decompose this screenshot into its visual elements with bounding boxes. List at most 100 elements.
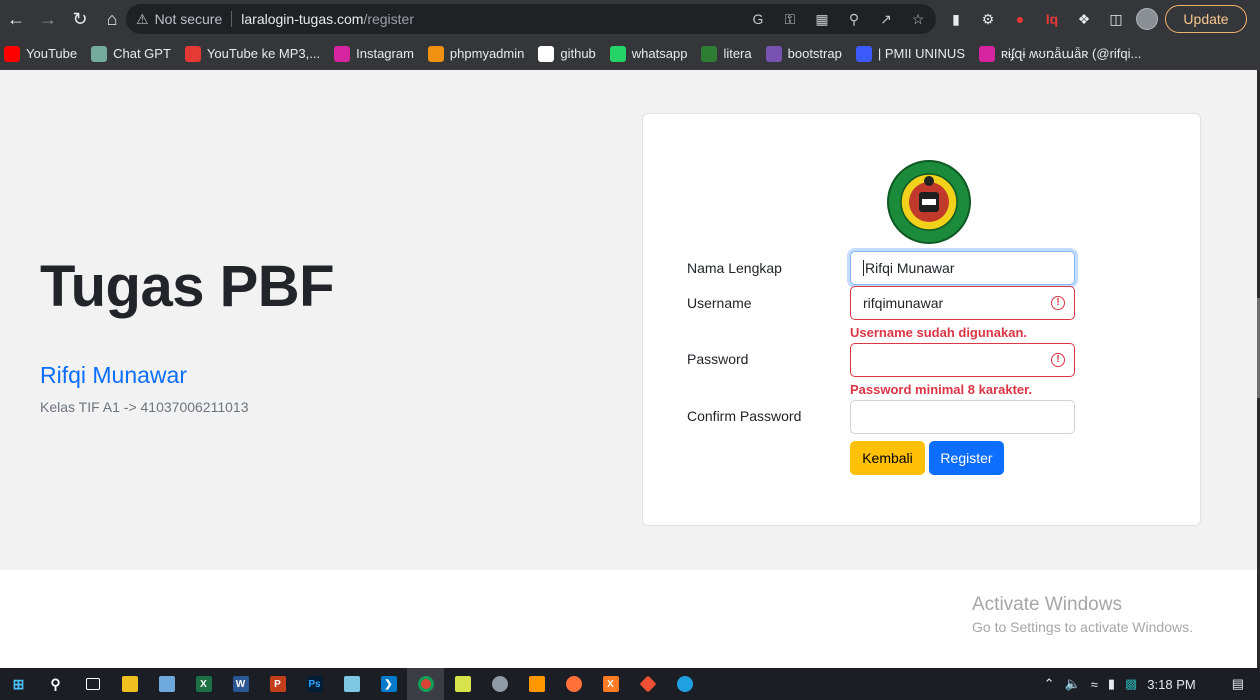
vscode-icon[interactable]: ❯ <box>370 668 407 700</box>
puzzle-icon[interactable]: ❖ <box>1072 11 1096 28</box>
windows-start-icon[interactable]: ⊞ <box>0 668 37 700</box>
system-tray: ⌃ 🔈 ≈ ▮ ▩ 3:18 PM ▤ <box>1034 668 1260 700</box>
home-icon[interactable]: ⌂ <box>96 3 128 35</box>
author-class-text: Kelas TIF A1 -> 41037006211013 <box>40 399 249 415</box>
username-value: rifqimunawar <box>863 295 944 311</box>
bookmark-item[interactable]: YouTube ke MP3,... <box>184 45 321 62</box>
text-caret <box>863 260 864 276</box>
bookmark-item[interactable]: litera <box>701 45 752 62</box>
bookmark-item[interactable]: YouTube <box>4 45 78 62</box>
register-card: Nama Lengkap Rifqi Munawar Username rifq… <box>642 113 1201 526</box>
litera-icon <box>701 45 718 62</box>
powerpoint-icon[interactable]: P <box>259 668 296 700</box>
tray-app-icon[interactable]: ▩ <box>1125 676 1137 692</box>
google-icon[interactable]: G <box>748 11 768 27</box>
volume-icon[interactable]: 🔈 <box>1065 676 1081 692</box>
photoshop-icon[interactable]: Ps <box>296 668 333 700</box>
nama-input[interactable]: Rifqi Munawar <box>850 251 1075 285</box>
bookmark-item[interactable]: phpmyadmin <box>427 45 525 62</box>
bookmark-item[interactable]: github <box>538 45 596 62</box>
bookmark-label: Chat GPT <box>113 46 171 61</box>
windows-taskbar: ⊞ ⚲ X W P Ps ❯ X ⌃ 🔈 ≈ ▮ ▩ 3:18 PM ▤ <box>0 668 1260 700</box>
file-explorer-icon[interactable] <box>111 668 148 700</box>
word-icon[interactable]: W <box>222 668 259 700</box>
zoom-icon[interactable]: ⚲ <box>844 11 864 28</box>
activate-windows-subtitle: Go to Settings to activate Windows. <box>972 619 1193 635</box>
bookmark-label: litera <box>723 46 752 61</box>
translate-icon[interactable]: ▦ <box>812 11 832 28</box>
app-icon[interactable] <box>481 668 518 700</box>
battery-icon[interactable]: ▮ <box>1108 676 1115 692</box>
bookmark-item[interactable]: Chat GPT <box>91 45 171 62</box>
bookmark-label: YouTube <box>26 46 78 61</box>
bookmark-label: Instagram <box>356 46 414 61</box>
update-button[interactable]: Update <box>1165 5 1247 33</box>
password-label: Password <box>687 351 749 367</box>
confirm-password-input[interactable] <box>850 400 1075 434</box>
error-icon: ! <box>1051 353 1065 367</box>
password-error: Password minimal 8 karakter. <box>850 382 1033 397</box>
bookmark-label: whatsapp <box>631 46 688 61</box>
bookmark-item[interactable]: | PMII UNINUS <box>855 45 965 62</box>
extension-red-icon[interactable]: ● <box>1008 11 1032 27</box>
bookmark-item[interactable]: bootstrap <box>765 45 842 62</box>
warning-icon[interactable]: ⚠ <box>136 11 149 28</box>
git-icon[interactable] <box>629 668 666 700</box>
firefox-icon[interactable] <box>555 668 592 700</box>
sidepanel-icon[interactable]: ◫ <box>1104 11 1128 28</box>
whatsapp-icon <box>609 45 626 62</box>
network-app-icon[interactable] <box>148 668 185 700</box>
extension-doc-icon[interactable]: ▮ <box>944 11 968 28</box>
task-view-icon[interactable] <box>74 668 111 700</box>
chatgpt-icon <box>91 45 108 62</box>
browser-toolbar: ← → ↻ ⌂ ⚠ Not secure laralogin-tugas.com… <box>0 0 1260 38</box>
forward-icon[interactable]: → <box>32 3 64 35</box>
bookmark-item[interactable]: Instagram <box>334 45 414 62</box>
instagram-icon <box>979 45 995 62</box>
sublime-icon[interactable] <box>518 668 555 700</box>
bookmark-label: bootstrap <box>787 46 842 61</box>
xampp-icon[interactable]: X <box>592 668 629 700</box>
register-button[interactable]: Register <box>929 441 1004 475</box>
key-icon[interactable]: ⚿ <box>780 11 800 28</box>
username-error: Username sudah digunakan. <box>850 325 1027 340</box>
university-logo <box>887 160 971 244</box>
password-input[interactable]: ! <box>850 343 1075 377</box>
page-title: Tugas PBF <box>40 254 335 319</box>
bookmark-label: github <box>560 46 596 61</box>
bookmark-item[interactable]: ʀɨʄզɨ ʍʊռǟաǟʀ (@rifqi... <box>979 45 1141 62</box>
share-icon[interactable]: ↗ <box>876 11 896 28</box>
username-input[interactable]: rifqimunawar! <box>850 286 1075 320</box>
download-icon <box>184 45 201 62</box>
bookmark-label: YouTube ke MP3,... <box>206 46 321 61</box>
notepad-icon[interactable] <box>333 668 370 700</box>
extension-iq-icon[interactable]: Iq <box>1040 11 1064 27</box>
bookmark-item[interactable]: whatsapp <box>609 45 688 62</box>
notes-app-icon[interactable] <box>444 668 481 700</box>
notification-icon[interactable]: ▤ <box>1232 676 1244 692</box>
address-bar[interactable]: ⚠ Not secure laralogin-tugas.com/registe… <box>126 4 936 34</box>
bookmark-star-icon[interactable]: ☆ <box>908 11 928 28</box>
excel-icon[interactable]: X <box>185 668 222 700</box>
author-name-link[interactable]: Rifqi Munawar <box>40 362 187 389</box>
chrome-icon[interactable] <box>407 668 444 700</box>
profile-avatar[interactable] <box>1136 8 1158 30</box>
url-path: /register <box>363 11 415 27</box>
back-icon[interactable]: ← <box>0 3 32 35</box>
github-icon <box>538 45 555 62</box>
clock[interactable]: 3:18 PM <box>1147 677 1195 692</box>
search-icon[interactable]: ⚲ <box>37 668 74 700</box>
chevron-up-icon[interactable]: ⌃ <box>1044 676 1055 692</box>
instagram-icon <box>334 45 351 62</box>
edge-icon[interactable] <box>666 668 703 700</box>
username-label: Username <box>687 295 752 311</box>
settings-gear-icon[interactable]: ⚙ <box>976 11 1000 28</box>
bookmark-label: | PMII UNINUS <box>877 46 965 61</box>
back-button[interactable]: Kembali <box>850 441 925 475</box>
bookmark-label: phpmyadmin <box>449 46 525 61</box>
nama-value: Rifqi Munawar <box>865 260 955 276</box>
wifi-icon[interactable]: ≈ <box>1091 677 1098 692</box>
reload-icon[interactable]: ↻ <box>64 3 96 35</box>
youtube-icon <box>4 45 20 62</box>
extensions-area: ▮ ⚙ ● Iq ❖ ◫ <box>944 6 1158 32</box>
